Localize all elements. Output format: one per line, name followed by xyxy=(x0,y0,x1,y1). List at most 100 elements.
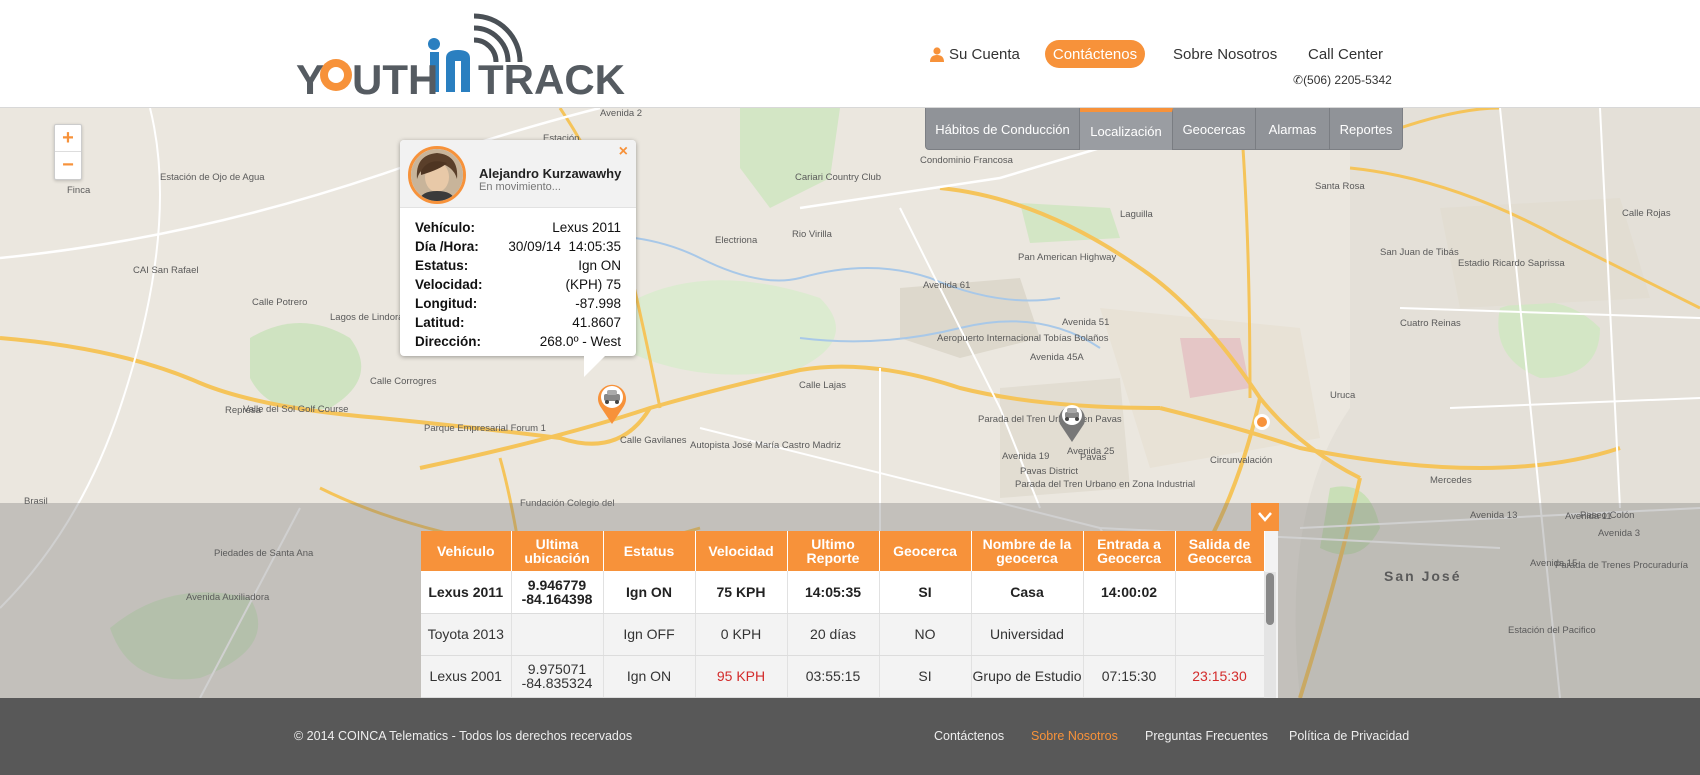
detail-key: Estatus: xyxy=(415,258,469,273)
table-cell: Ign ON xyxy=(603,571,696,614)
table-cell: Toyota 2013 xyxy=(421,613,512,656)
driver-avatar xyxy=(408,146,466,204)
table-cell: 9.946779 -84.164398 xyxy=(511,571,604,614)
table-cell: NO xyxy=(879,613,972,656)
vehicle-info-popup: Alejandro Kurzawawhy En movimiento... × … xyxy=(400,140,636,356)
table-cell: 14:05:35 xyxy=(787,571,880,614)
popup-header: Alejandro Kurzawawhy En movimiento... xyxy=(400,140,636,208)
col-header-geofence-exit[interactable]: Salida de Geocerca xyxy=(1175,531,1265,571)
site-footer: © 2014 COINCA Telematics - Todos los der… xyxy=(0,698,1700,775)
col-header-geofence-entry[interactable]: Entrada a Geocerca xyxy=(1083,531,1176,571)
col-header-geofence-name[interactable]: Nombre de la geocerca xyxy=(971,531,1084,571)
close-icon[interactable]: × xyxy=(619,143,628,161)
detail-value: -87.998 xyxy=(575,296,621,311)
detail-key: Dirección: xyxy=(415,334,482,349)
table-cell: Ign ON xyxy=(603,655,696,698)
zoom-in-button[interactable]: + xyxy=(55,125,81,152)
table-cell: SI xyxy=(879,655,972,698)
copyright-text: © 2014 COINCA Telematics - Todos los der… xyxy=(294,729,633,743)
detail-row: Vehículo: Lexus 2011 xyxy=(415,218,621,237)
table-header-row: Vehículo Ultima ubicación Estatus Veloci… xyxy=(421,531,1265,571)
table-cell: 9.975071 -84.835324 xyxy=(511,655,604,698)
location-dot xyxy=(1254,414,1270,430)
svg-text:UTH: UTH xyxy=(352,56,438,102)
detail-value: Ign ON xyxy=(578,258,621,273)
zoom-out-button[interactable]: − xyxy=(55,152,81,179)
footer-link-about[interactable]: Sobre Nosotros xyxy=(1031,729,1118,743)
table-cell: 07:15:30 xyxy=(1083,655,1176,698)
user-icon xyxy=(930,46,944,62)
detail-row: Día /Hora: 30/09/14 14:05:35 xyxy=(415,237,621,256)
table-row[interactable]: Toyota 2013 Ign OFF 0 KPH 20 días NO Uni… xyxy=(421,613,1265,656)
zoom-control: + − xyxy=(54,124,82,180)
table-cell: SI xyxy=(879,571,972,614)
col-header-geofence[interactable]: Geocerca xyxy=(879,531,972,571)
dashboard-tabs: Hábitos de Conducción Localización Geoce… xyxy=(925,108,1403,150)
detail-value: 30/09/14 14:05:35 xyxy=(508,239,621,254)
col-header-last-location[interactable]: Ultima ubicación xyxy=(511,531,604,571)
table-cell: Grupo de Estudio xyxy=(971,655,1084,698)
vehicle-table: Vehículo Ultima ubicación Estatus Veloci… xyxy=(421,531,1265,698)
col-header-last-report[interactable]: Ultimo Reporte xyxy=(787,531,880,571)
detail-row: Velocidad: (KPH) 75 xyxy=(415,275,621,294)
col-header-status[interactable]: Estatus xyxy=(603,531,696,571)
phone-text: (506) 2205-5342 xyxy=(1303,73,1392,87)
table-cell xyxy=(1175,613,1265,656)
table-row[interactable]: Lexus 2001 9.975071 -84.835324 Ign ON 95… xyxy=(421,655,1265,698)
phone-number: ✆(506) 2205-5342 xyxy=(1293,73,1392,87)
about-nav-link[interactable]: Sobre Nosotros xyxy=(1173,40,1277,68)
table-cell: 03:55:15 xyxy=(787,655,880,698)
table-row[interactable]: Lexus 2011 9.946779 -84.164398 Ign ON 75… xyxy=(421,571,1265,614)
detail-row: Longitud: -87.998 xyxy=(415,294,621,313)
chevron-down-icon xyxy=(1258,512,1272,522)
driver-status: En movimiento... xyxy=(479,181,561,193)
detail-key: Día /Hora: xyxy=(415,239,479,254)
table-scrollbar-thumb[interactable] xyxy=(1266,573,1274,625)
tab-reports[interactable]: Reportes xyxy=(1330,108,1402,150)
vehicle-table-container: Vehículo Ultima ubicación Estatus Veloci… xyxy=(421,531,1278,698)
footer-link-faq[interactable]: Preguntas Frecuentes xyxy=(1145,729,1268,743)
tab-alarms[interactable]: Alarmas xyxy=(1256,108,1330,150)
detail-key: Latitud: xyxy=(415,315,465,330)
vehicle-marker[interactable] xyxy=(1057,400,1087,447)
table-cell: Lexus 2011 xyxy=(421,571,512,614)
table-cell: 75 KPH xyxy=(695,571,788,614)
detail-row: Dirección: 268.0º - West xyxy=(415,332,621,351)
table-cell xyxy=(1083,613,1176,656)
detail-key: Velocidad: xyxy=(415,277,483,292)
detail-key: Longitud: xyxy=(415,296,478,311)
table-cell: 95 KPH xyxy=(695,655,788,698)
collapse-panel-button[interactable] xyxy=(1251,503,1279,531)
footer-link-contact[interactable]: Contáctenos xyxy=(934,729,1004,743)
car-pin-icon xyxy=(1059,405,1085,442)
table-cell: Ign OFF xyxy=(603,613,696,656)
table-cell: Casa xyxy=(971,571,1084,614)
detail-key: Vehículo: xyxy=(415,220,476,235)
phone-icon: ✆ xyxy=(1293,73,1304,87)
detail-value: 41.8607 xyxy=(572,315,621,330)
youth-in-track-logo[interactable]: Y UTH TRACK xyxy=(296,6,672,102)
popup-pointer xyxy=(584,355,606,377)
footer-link-privacy[interactable]: Política de Privacidad xyxy=(1289,729,1409,743)
site-header: Y UTH TRACK Su Cuenta Contáctenos Sobre … xyxy=(0,0,1700,108)
vehicle-marker-active[interactable] xyxy=(596,382,628,429)
driver-name: Alejandro Kurzawawhy xyxy=(479,166,622,181)
popup-details: Vehículo: Lexus 2011 Día /Hora: 30/09/14 1… xyxy=(415,218,621,351)
account-link[interactable]: Su Cuenta xyxy=(930,40,1020,68)
table-cell: Lexus 2001 xyxy=(421,655,512,698)
contact-nav-button[interactable]: Contáctenos xyxy=(1045,40,1145,68)
col-header-speed[interactable]: Velocidad xyxy=(695,531,788,571)
svg-text:TRACK: TRACK xyxy=(478,56,625,102)
col-header-vehicle[interactable]: Vehículo xyxy=(421,531,512,571)
table-cell: 14:00:02 xyxy=(1083,571,1176,614)
tab-driving-habits[interactable]: Hábitos de Conducción xyxy=(926,108,1080,150)
detail-value: Lexus 2011 xyxy=(552,220,621,235)
table-cell xyxy=(1175,571,1265,614)
call-center-link[interactable]: Call Center xyxy=(1308,40,1383,68)
tab-geofences[interactable]: Geocercas xyxy=(1173,108,1256,150)
table-cell: 23:15:30 xyxy=(1175,655,1265,698)
tab-location[interactable]: Localización xyxy=(1080,108,1173,150)
car-pin-icon xyxy=(598,384,626,424)
detail-row: Latitud: 41.8607 xyxy=(415,313,621,332)
table-cell: 20 días xyxy=(787,613,880,656)
